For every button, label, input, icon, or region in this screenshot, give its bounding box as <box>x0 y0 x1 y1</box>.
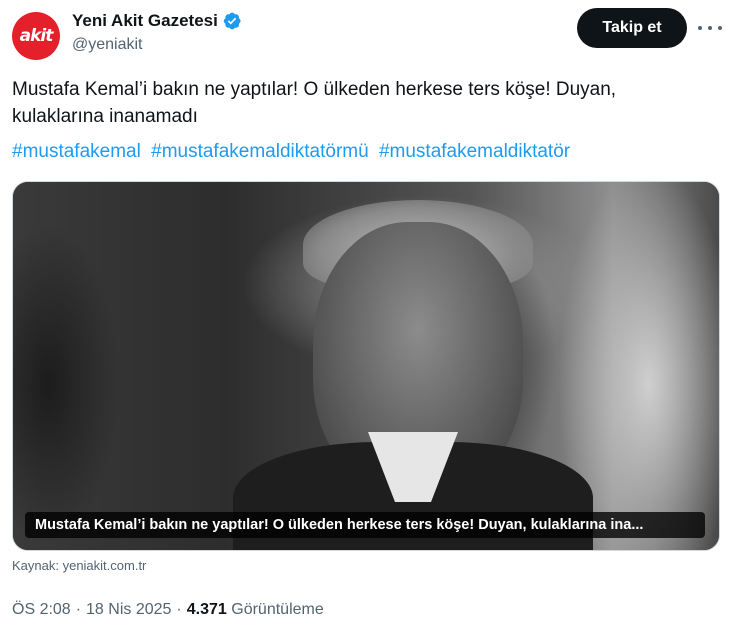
more-dot <box>708 26 712 30</box>
tweet-header: akit Yeni Akit Gazetesi @yeniakit Takip … <box>12 8 722 60</box>
hashtag-link[interactable]: #mustafakemaldiktatörmü <box>151 141 369 162</box>
views-count: 4.371 <box>186 601 227 618</box>
link-card-media[interactable]: Mustafa Kemal’i bakın ne yaptılar! O ülk… <box>12 181 720 551</box>
separator: · <box>75 601 82 618</box>
card-caption: Mustafa Kemal’i bakın ne yaptılar! O ülk… <box>25 512 705 538</box>
views-label: Görüntüleme <box>231 601 324 618</box>
display-name-row[interactable]: Yeni Akit Gazetesi <box>72 10 242 32</box>
display-name[interactable]: Yeni Akit Gazetesi <box>72 11 218 31</box>
card-source[interactable]: Kaynak: yeniakit.com.tr <box>12 558 146 573</box>
follow-button[interactable]: Takip et <box>577 8 687 48</box>
avatar[interactable]: akit <box>12 12 60 60</box>
tweet-meta: ÖS 2:08 · 18 Nis 2025 · 4.371 Görüntülem… <box>12 601 324 619</box>
avatar-logo-text: akit <box>19 26 54 46</box>
views-info: 4.371 Görüntüleme <box>187 601 324 619</box>
hashtag-link[interactable]: #mustafakemal <box>12 141 141 162</box>
more-dot <box>698 26 702 30</box>
hashtag-link[interactable]: #mustafakemaldiktatör <box>379 141 570 162</box>
more-dot <box>718 26 722 30</box>
tweet-text: Mustafa Kemal’i bakın ne yaptılar! O ülk… <box>12 79 617 127</box>
tweet-date[interactable]: 18 Nis 2025 <box>86 601 171 619</box>
more-options-icon[interactable] <box>698 18 722 38</box>
hashtag-row: #mustafakemal #mustafakemaldiktatörmü #m… <box>12 138 575 165</box>
tweet-time[interactable]: ÖS 2:08 <box>12 601 71 619</box>
author-info: Yeni Akit Gazetesi @yeniakit <box>72 10 242 54</box>
verified-badge-icon <box>223 12 241 30</box>
handle[interactable]: @yeniakit <box>72 36 242 54</box>
separator: · <box>176 601 182 618</box>
